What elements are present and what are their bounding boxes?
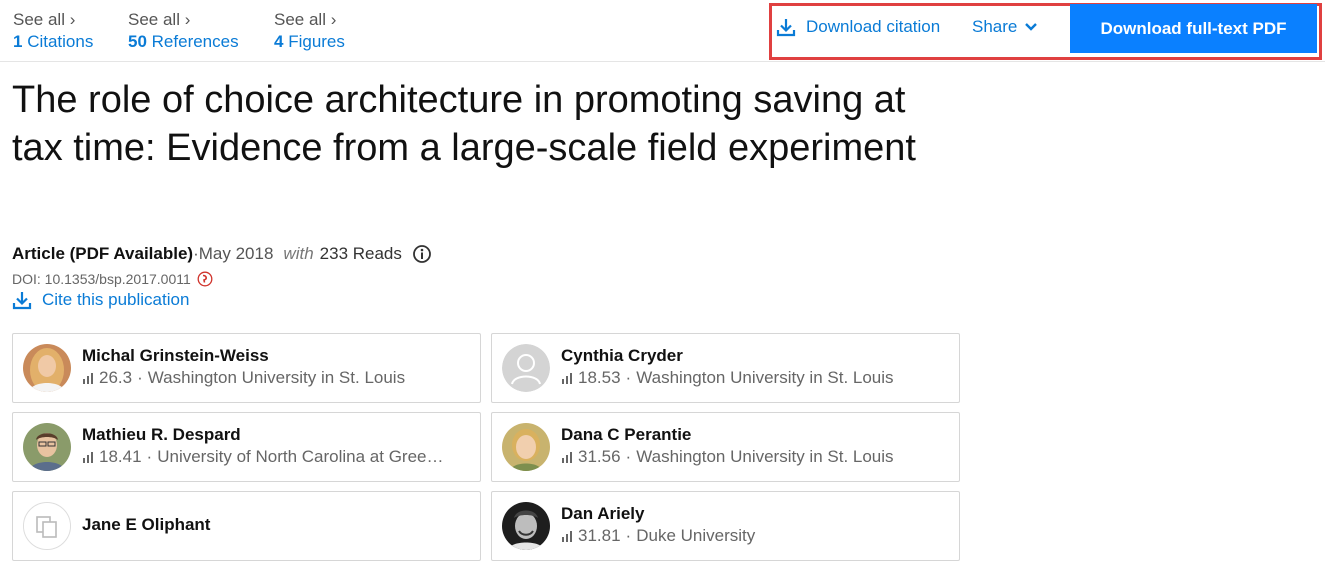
separator-dot: · [625,368,632,387]
author-card[interactable]: Cynthia Cryder 18.53 · Washington Univer… [491,333,960,403]
publication-meta: Article (PDF Available) · May 2018 with … [12,242,432,266]
author-name[interactable]: Jane E Oliphant [82,515,210,535]
avatar-placeholder[interactable] [502,344,550,392]
citations-label: Citations [27,32,94,51]
avatar[interactable] [23,423,71,471]
publication-title: The role of choice architecture in promo… [12,79,916,169]
references-stat[interactable]: See all › 50 References [128,9,239,53]
citations-count: 1 [13,32,23,51]
citations-link[interactable]: 1 Citations [13,31,93,53]
download-full-text-pdf-button[interactable]: Download full-text PDF [1070,4,1317,53]
separator-dot: · [137,368,143,387]
author-name[interactable]: Mathieu R. Despard [82,425,241,445]
cite-label: Cite this publication [42,290,190,309]
figures-stat[interactable]: See all › 4 Figures [274,9,345,53]
references-label: References [151,32,239,51]
author-affiliation: University of North Carolina at Gree… [157,447,444,466]
author-card[interactable]: Mathieu R. Despard 18.41 · University of… [12,412,481,482]
top-bar: See all › 1 Citations See all › 50 Refer… [0,0,1325,62]
separator-dot: · [625,447,632,466]
separator-dot: · [625,526,632,545]
score-bars-icon [82,372,96,384]
avatar[interactable] [502,423,550,471]
author-details: 26.3 · Washington University in St. Loui… [82,368,467,388]
download-icon [776,19,796,37]
doi: DOI: 10.1353/bsp.2017.0011 [12,271,213,287]
author-affiliation: Washington University in St. Louis [636,447,894,466]
see-all-citations[interactable]: See all › [13,10,75,29]
citations-stat[interactable]: See all › 1 Citations [13,9,93,53]
share-label: Share [972,17,1018,36]
references-link[interactable]: 50 References [128,31,239,53]
score-bars-icon [82,451,96,463]
references-count: 50 [128,32,147,51]
author-name[interactable]: Dan Ariely [561,504,644,524]
publication-type: Article (PDF Available) [12,244,194,263]
author-card[interactable]: Dana C Perantie 31.56 · Washington Unive… [491,412,960,482]
author-card[interactable]: Dan Ariely 31.81 · Duke University [491,491,960,561]
figures-link[interactable]: 4 Figures [274,31,345,53]
author-score: 26.3 [99,368,133,387]
author-score: 31.81 [578,526,621,545]
info-icon[interactable] [412,244,432,264]
author-details: 18.53 · Washington University in St. Lou… [561,368,946,388]
download-citation-label: Download citation [806,17,941,36]
author-details: 31.56 · Washington University in St. Lou… [561,447,946,467]
author-affiliation: Washington University in St. Louis [147,368,406,387]
cite-this-publication-link[interactable]: Cite this publication [12,290,189,310]
author-score: 31.56 [578,447,621,466]
author-score: 18.41 [99,447,142,466]
author-affiliation: Washington University in St. Louis [636,368,894,387]
avatar[interactable] [502,502,550,550]
see-all-references[interactable]: See all › [128,10,190,29]
author-card[interactable]: Jane E Oliphant [12,491,481,561]
doi-link-icon[interactable] [197,271,213,287]
meta-with: with [283,244,314,263]
score-bars-icon [561,530,575,542]
chevron-down-icon [1025,23,1038,31]
download-icon [12,292,32,310]
author-affiliation: Duke University [636,526,756,545]
share-button[interactable]: Share [972,15,1038,39]
author-score: 18.53 [578,368,621,387]
author-name[interactable]: Michal Grinstein-Weiss [82,346,269,366]
figures-label: Figures [288,32,345,51]
author-details: 31.81 · Duke University [561,526,946,546]
score-bars-icon [561,451,575,463]
score-bars-icon [561,372,575,384]
figures-count: 4 [274,32,284,51]
author-name[interactable]: Dana C Perantie [561,425,691,445]
avatar[interactable] [23,344,71,392]
publication-date: May 2018 [198,244,274,263]
separator-dot: · [146,447,153,466]
download-citation-button[interactable]: Download citation [776,15,940,39]
reads-count: 233 Reads [319,244,402,263]
avatar-placeholder[interactable] [23,502,71,550]
author-details: 18.41 · University of North Carolina at … [82,447,467,467]
doi-text: DOI: 10.1353/bsp.2017.0011 [12,271,191,287]
see-all-figures[interactable]: See all › [274,10,336,29]
author-name[interactable]: Cynthia Cryder [561,346,683,366]
author-card[interactable]: Michal Grinstein-Weiss 26.3 · Washington… [12,333,481,403]
